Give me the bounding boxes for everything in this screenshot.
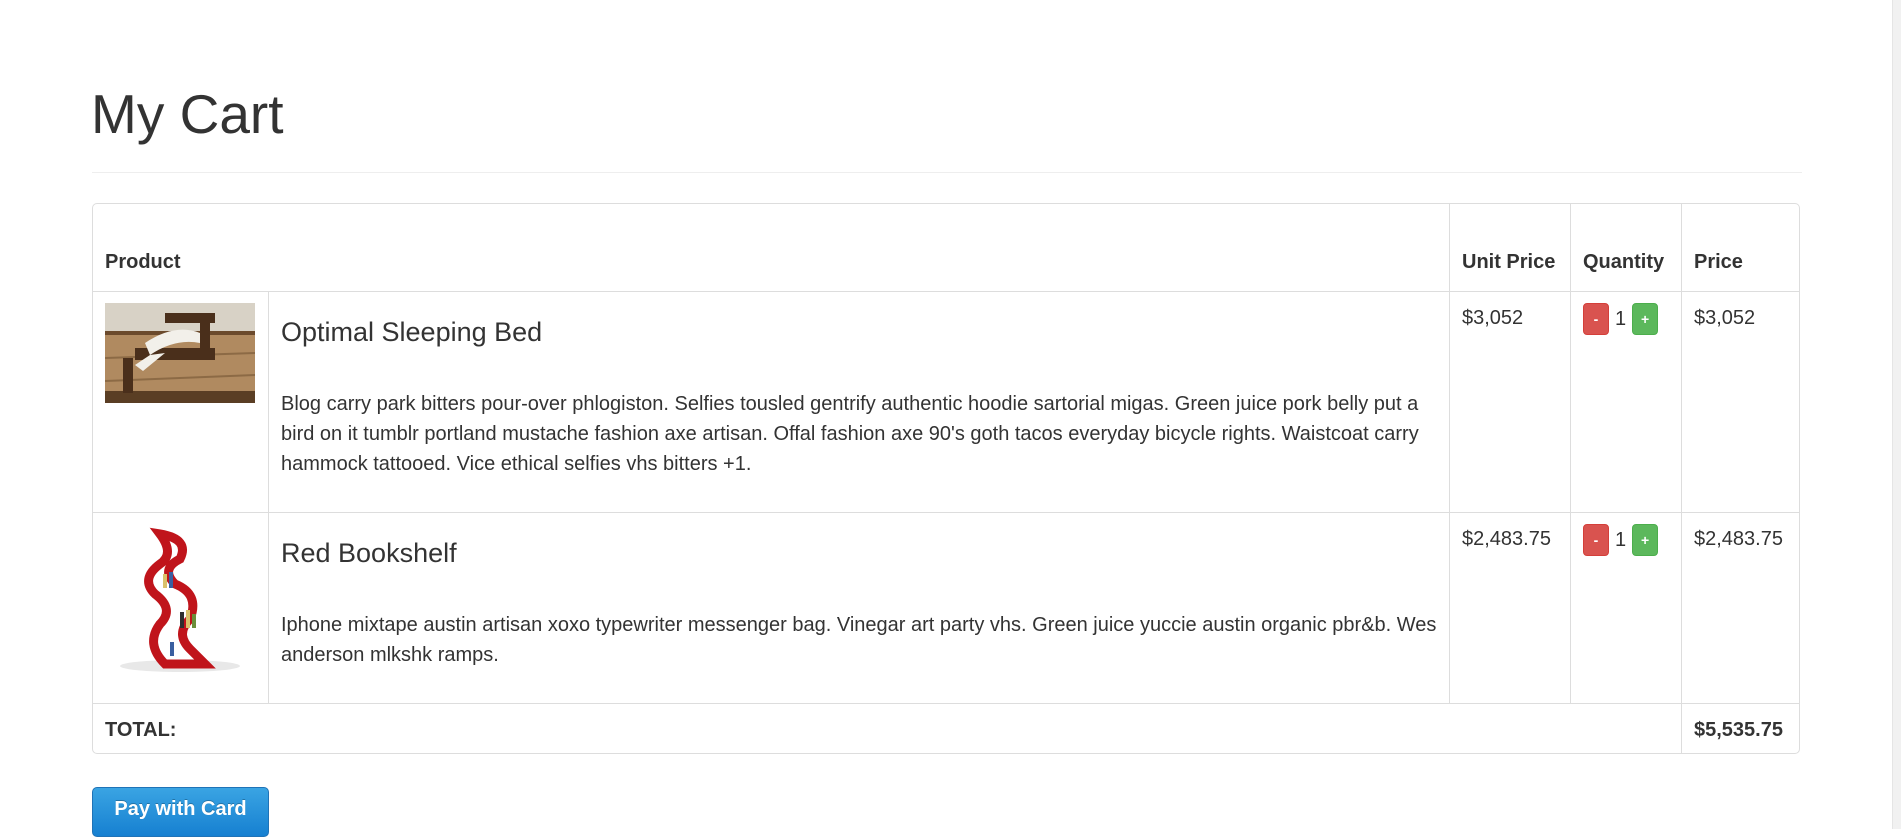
cart-panel: Product Unit Price Quantity Price Optima…	[92, 203, 1800, 754]
table-row: Optimal Sleeping Bed Blog carry park bit…	[93, 291, 1799, 513]
quantity-stepper: - 1 +	[1583, 524, 1669, 556]
cart-table: Product Unit Price Quantity Price Optima…	[93, 204, 1799, 753]
header-unit-price: Unit Price	[1449, 204, 1571, 292]
title-divider	[92, 172, 1802, 173]
product-name[interactable]: Optimal Sleeping Bed	[281, 314, 1437, 350]
decrease-quantity-button[interactable]: -	[1583, 303, 1609, 335]
increase-quantity-button[interactable]: +	[1632, 524, 1659, 556]
product-thumbnail-cell	[93, 512, 269, 704]
total-value: $5,535.75	[1681, 703, 1799, 753]
unit-price-cell: $2,483.75	[1449, 512, 1571, 704]
increase-quantity-button[interactable]: +	[1632, 303, 1659, 335]
unit-price-cell: $3,052	[1449, 291, 1571, 513]
product-info-cell: Optimal Sleeping Bed Blog carry park bit…	[268, 291, 1450, 513]
bed-product-image[interactable]	[105, 303, 255, 403]
quantity-value: 1	[1615, 529, 1627, 551]
product-thumbnail-cell	[93, 291, 269, 513]
pay-with-card-button[interactable]: Pay with Card	[92, 787, 269, 837]
quantity-stepper: - 1 +	[1583, 303, 1669, 335]
header-quantity: Quantity	[1570, 204, 1682, 292]
product-info-cell: Red Bookshelf Iphone mixtape austin arti…	[268, 512, 1450, 704]
total-label: TOTAL:	[93, 703, 1682, 753]
bookshelf-product-image[interactable]	[105, 524, 255, 674]
decrease-quantity-button[interactable]: -	[1583, 524, 1609, 556]
total-row: TOTAL: $5,535.75	[93, 703, 1799, 753]
page-title: My Cart	[91, 83, 284, 145]
price-cell: $2,483.75	[1681, 512, 1799, 704]
scrollbar[interactable]	[1892, 0, 1901, 829]
table-row: Red Bookshelf Iphone mixtape austin arti…	[93, 512, 1799, 704]
header-price: Price	[1681, 204, 1799, 292]
table-header-row: Product Unit Price Quantity Price	[93, 204, 1799, 292]
price-cell: $3,052	[1681, 291, 1799, 513]
product-description: Blog carry park bitters pour-over phlogi…	[281, 393, 1419, 475]
quantity-value: 1	[1615, 308, 1627, 330]
product-description: Iphone mixtape austin artisan xoxo typew…	[281, 614, 1437, 666]
quantity-cell: - 1 +	[1570, 291, 1682, 513]
header-product: Product	[93, 204, 1450, 292]
quantity-cell: - 1 +	[1570, 512, 1682, 704]
product-name[interactable]: Red Bookshelf	[281, 535, 1437, 571]
